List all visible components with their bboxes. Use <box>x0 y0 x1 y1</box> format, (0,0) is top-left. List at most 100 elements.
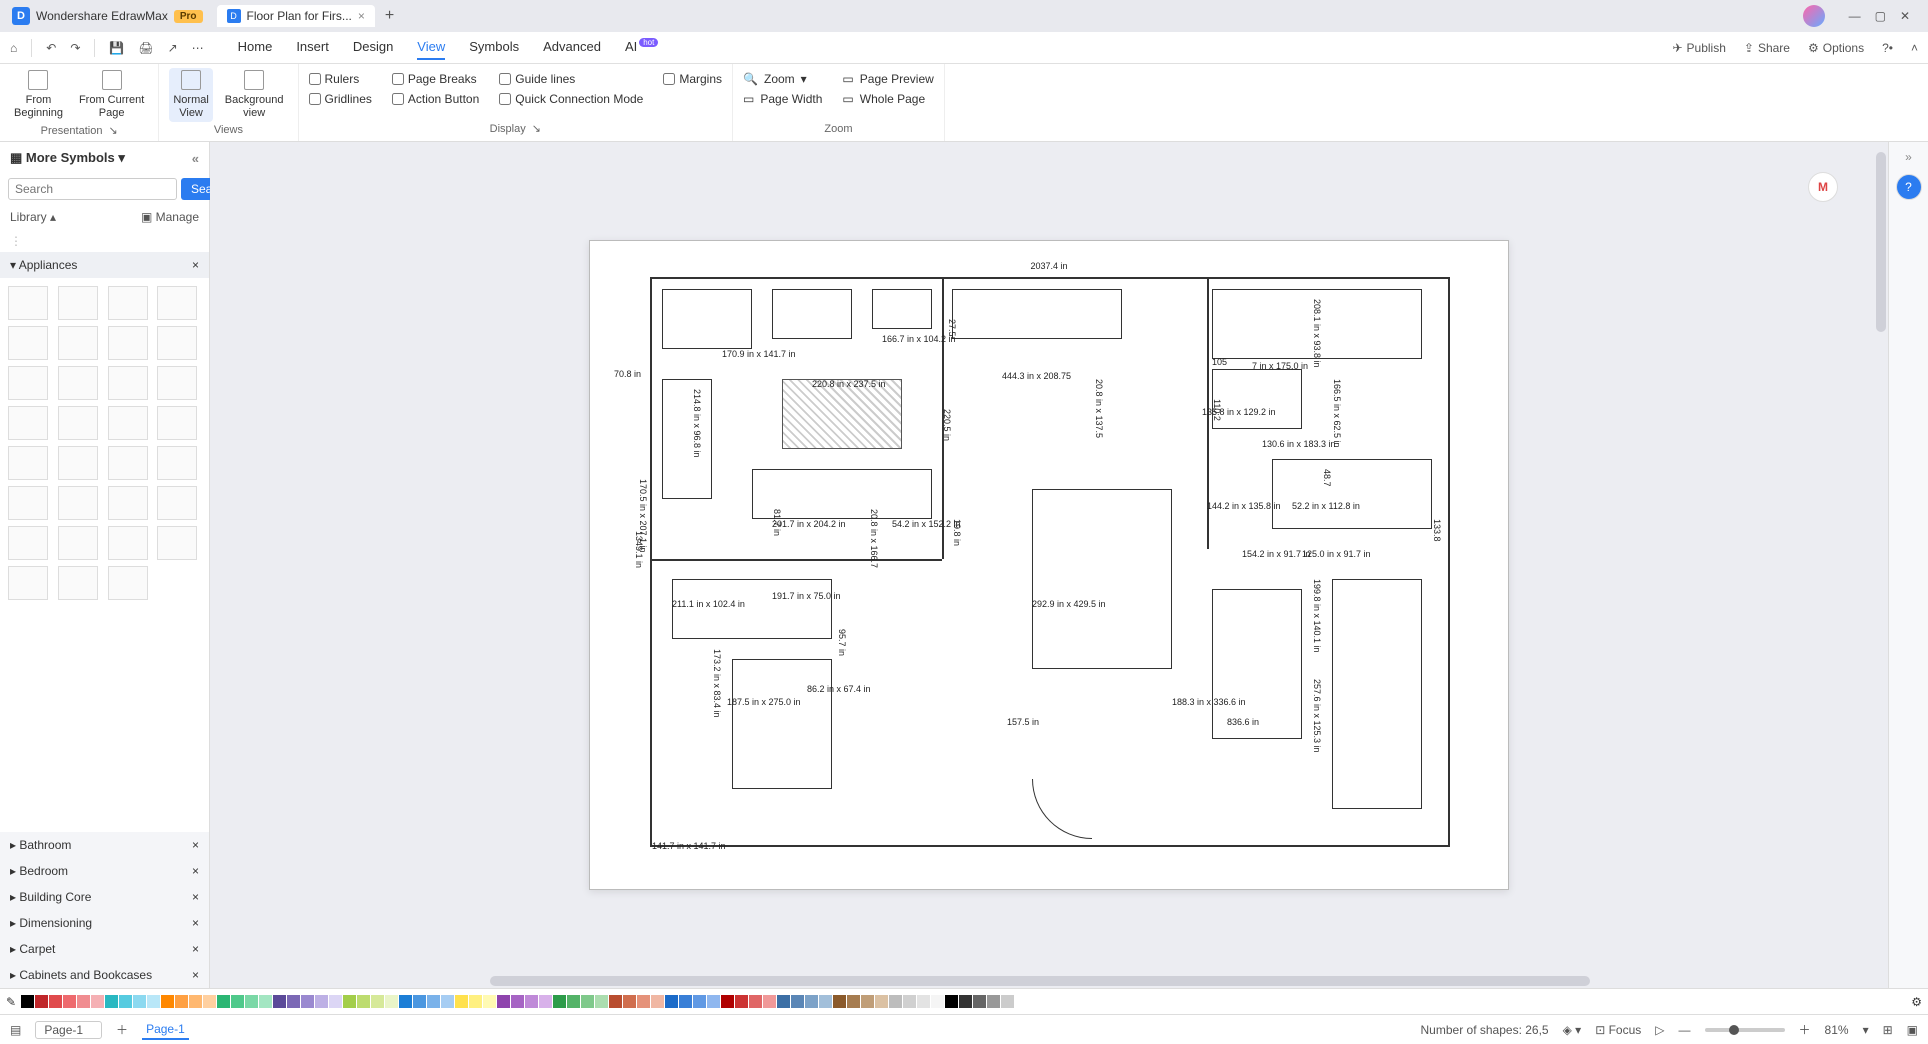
tab-insert[interactable]: Insert <box>296 35 329 60</box>
color-swatch[interactable] <box>875 995 888 1008</box>
fp-shape[interactable] <box>1032 489 1172 669</box>
color-swatch[interactable] <box>371 995 384 1008</box>
tab-view[interactable]: View <box>417 35 445 60</box>
page-preview-button[interactable]: ▭ Page Preview <box>842 72 933 86</box>
color-swatch[interactable] <box>217 995 230 1008</box>
color-swatch[interactable] <box>35 995 48 1008</box>
zoom-button[interactable]: 🔍 Zoom▾ <box>743 72 822 86</box>
margins-checkbox[interactable]: Margins <box>663 72 722 86</box>
color-swatch[interactable] <box>329 995 342 1008</box>
redo-icon[interactable]: ↷ <box>70 41 80 55</box>
symbol-item[interactable] <box>108 486 148 520</box>
symbol-item[interactable] <box>157 446 197 480</box>
color-swatch[interactable] <box>273 995 286 1008</box>
color-swatch[interactable] <box>721 995 734 1008</box>
color-swatch[interactable] <box>609 995 622 1008</box>
symbol-item[interactable] <box>8 326 48 360</box>
symbol-item[interactable] <box>108 366 148 400</box>
collapse-ribbon-icon[interactable]: ˄ <box>1911 41 1918 55</box>
symbol-item[interactable] <box>8 286 48 320</box>
zoom-in-button[interactable]: ＋ <box>1799 1021 1811 1038</box>
color-swatch[interactable] <box>945 995 958 1008</box>
fp-shape[interactable] <box>772 289 852 339</box>
tab-advanced[interactable]: Advanced <box>543 35 601 60</box>
search-input[interactable] <box>8 178 177 200</box>
color-swatch[interactable] <box>259 995 272 1008</box>
color-swatch[interactable] <box>805 995 818 1008</box>
gridlines-checkbox[interactable]: Gridlines <box>309 92 372 106</box>
color-swatch[interactable] <box>637 995 650 1008</box>
symbol-item[interactable] <box>108 526 148 560</box>
color-swatch[interactable] <box>413 995 426 1008</box>
color-swatch[interactable] <box>511 995 524 1008</box>
symbol-item[interactable] <box>58 566 98 600</box>
more-icon[interactable]: ⋯ <box>192 41 204 55</box>
color-swatch[interactable] <box>791 995 804 1008</box>
expand-rail-icon[interactable]: » <box>1905 150 1912 164</box>
color-swatch[interactable] <box>889 995 902 1008</box>
symbol-item[interactable] <box>8 366 48 400</box>
manage-button[interactable]: ▣ Manage <box>141 210 199 224</box>
symbol-item[interactable] <box>8 446 48 480</box>
fp-shape[interactable] <box>952 289 1122 339</box>
close-tab-icon[interactable]: × <box>358 9 365 23</box>
color-swatch[interactable] <box>105 995 118 1008</box>
color-swatch[interactable] <box>679 995 692 1008</box>
color-swatch[interactable] <box>581 995 594 1008</box>
fullscreen-icon[interactable]: ▣ <box>1907 1023 1918 1037</box>
color-swatch[interactable] <box>483 995 496 1008</box>
color-swatch[interactable] <box>161 995 174 1008</box>
color-swatch[interactable] <box>203 995 216 1008</box>
expand-icon[interactable]: ↘ <box>108 124 117 137</box>
color-swatch[interactable] <box>861 995 874 1008</box>
action-button-checkbox[interactable]: Action Button <box>392 92 479 106</box>
close-category-icon[interactable]: × <box>192 864 199 878</box>
rulers-checkbox[interactable]: Rulers <box>309 72 372 86</box>
category-bathroom[interactable]: ▸ Bathroom× <box>0 832 209 858</box>
color-swatch[interactable] <box>427 995 440 1008</box>
page-canvas[interactable]: 2037.4 in <box>589 240 1509 890</box>
color-swatch[interactable] <box>987 995 1000 1008</box>
quick-conn-checkbox[interactable]: Quick Connection Mode <box>499 92 643 106</box>
page-dropdown[interactable]: Page-1 <box>35 1021 102 1039</box>
document-tab[interactable]: D Floor Plan for Firs... × <box>217 5 375 27</box>
symbol-item[interactable] <box>8 526 48 560</box>
fp-shape[interactable] <box>662 289 752 349</box>
symbol-item[interactable] <box>58 406 98 440</box>
undo-icon[interactable]: ↶ <box>46 41 56 55</box>
symbol-item[interactable] <box>157 286 197 320</box>
close-category-icon[interactable]: × <box>192 258 199 272</box>
color-swatch[interactable] <box>973 995 986 1008</box>
from-beginning-button[interactable]: From Beginning <box>10 68 67 122</box>
color-swatch[interactable] <box>91 995 104 1008</box>
color-swatch[interactable] <box>245 995 258 1008</box>
color-swatch[interactable] <box>49 995 62 1008</box>
tab-home[interactable]: Home <box>238 35 273 60</box>
color-swatch[interactable] <box>847 995 860 1008</box>
color-swatch[interactable] <box>539 995 552 1008</box>
category-building-core[interactable]: ▸ Building Core× <box>0 884 209 910</box>
color-swatch[interactable] <box>595 995 608 1008</box>
symbol-item[interactable] <box>157 366 197 400</box>
color-swatch[interactable] <box>903 995 916 1008</box>
color-swatch[interactable] <box>567 995 580 1008</box>
color-swatch[interactable] <box>315 995 328 1008</box>
options-button[interactable]: ⚙ Options <box>1808 41 1864 55</box>
color-swatch[interactable] <box>693 995 706 1008</box>
category-dimensioning[interactable]: ▸ Dimensioning× <box>0 910 209 936</box>
color-swatch[interactable] <box>1001 995 1014 1008</box>
color-swatch[interactable] <box>441 995 454 1008</box>
symbol-item[interactable] <box>157 526 197 560</box>
close-category-icon[interactable]: × <box>192 942 199 956</box>
color-swatch[interactable] <box>553 995 566 1008</box>
color-swatch[interactable] <box>525 995 538 1008</box>
close-category-icon[interactable]: × <box>192 890 199 904</box>
symbol-item[interactable] <box>58 326 98 360</box>
color-swatch[interactable] <box>959 995 972 1008</box>
symbol-item[interactable] <box>58 486 98 520</box>
category-appliances[interactable]: ▾ Appliances× <box>0 252 209 278</box>
minimize-icon[interactable]: — <box>1849 9 1861 23</box>
symbol-item[interactable] <box>8 566 48 600</box>
color-swatch[interactable] <box>133 995 146 1008</box>
color-swatch[interactable] <box>77 995 90 1008</box>
